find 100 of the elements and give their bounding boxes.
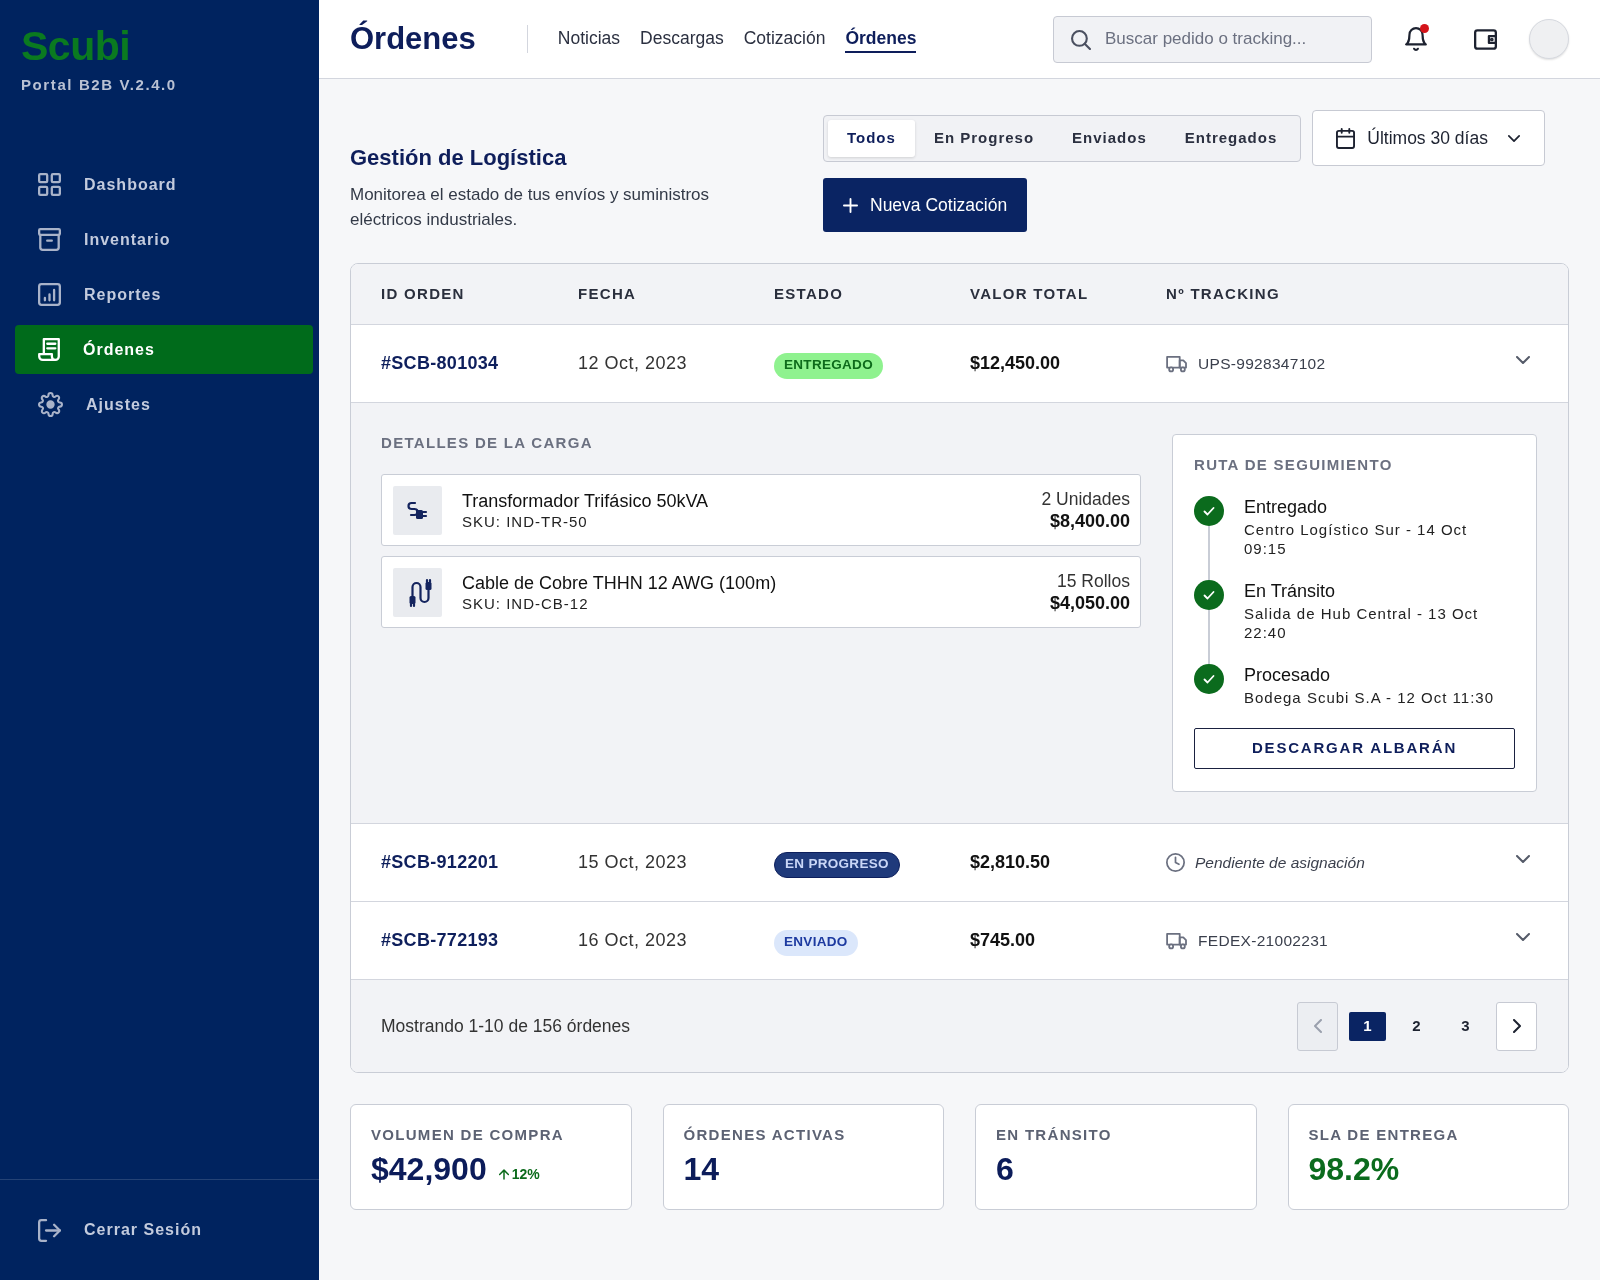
expand-button[interactable] [1516, 854, 1530, 863]
stat-value: $42,900 [371, 1150, 487, 1188]
sidebar-item[interactable]: Órdenes [15, 325, 313, 374]
sidebar-item[interactable]: Ajustes [15, 380, 313, 429]
stat-label: VOLUMEN DE COMPRA [371, 1126, 564, 1144]
nav-link[interactable]: Cotización [743, 25, 826, 53]
notifications-button[interactable] [1405, 27, 1427, 51]
status-badge: ENVIADO [774, 929, 858, 956]
filter-tab[interactable]: Entregados [1165, 119, 1297, 157]
order-date: 15 Oct, 2023 [578, 851, 688, 874]
stat-label: EN TRÁNSITO [996, 1126, 1112, 1144]
column-header: VALOR TOTAL [970, 283, 1089, 304]
chevron-left-icon [1313, 1019, 1322, 1033]
step-title: En Tránsito [1244, 580, 1336, 602]
column-header: FECHA [578, 283, 637, 304]
logout-button[interactable]: Cerrar Sesión [38, 1218, 202, 1242]
logout-icon [38, 1218, 61, 1242]
status-badge: ENTREGADO [774, 352, 883, 379]
item-sku: SKU: IND-CB-12 [462, 593, 589, 613]
truck-icon [1166, 931, 1188, 950]
step-detail: Salida de Hub Central - 13 Oct 22:40 [1244, 604, 1480, 642]
chevron-down-icon [1516, 932, 1530, 941]
sidebar-item[interactable]: Dashboard [15, 160, 313, 209]
filter-tab[interactable]: En Progreso [914, 119, 1054, 157]
chevron-right-icon [1512, 1019, 1521, 1033]
step-title: Procesado [1244, 664, 1331, 686]
date-range-dropdown[interactable]: Últimos 30 días [1312, 110, 1546, 166]
section-description: Monitorea el estado de tus envíos y suministros eléctricos industriales. [350, 184, 711, 231]
archive-box-icon [38, 228, 61, 251]
order-total: $745.00 [970, 929, 1036, 952]
stat-label: SLA DE ENTREGA [1308, 1126, 1459, 1144]
stat-value: 14 [683, 1150, 720, 1188]
stat-value: 98.2% [1308, 1150, 1400, 1188]
page-button[interactable]: 2 [1398, 1011, 1435, 1041]
section-label: RUTA DE SEGUIMIENTO [1194, 456, 1393, 474]
calendar-icon [1336, 127, 1356, 149]
column-header: ID ORDEN [381, 283, 465, 304]
sidebar-item[interactable]: Inventario [15, 215, 313, 264]
order-id-link[interactable]: #SCB-772193 [381, 927, 499, 954]
section-label: DETALLES DE LA CARGA [381, 434, 593, 452]
wallet-icon [1474, 28, 1497, 50]
status-badge: EN PROGRESO [774, 851, 900, 878]
search-icon [1071, 29, 1091, 50]
bar-chart-icon [38, 283, 61, 306]
wallet-button[interactable] [1474, 28, 1497, 50]
brand-logo: Scubi [21, 22, 131, 70]
sidebar-item[interactable]: Reportes [15, 270, 313, 319]
nav-link[interactable]: Órdenes [845, 25, 917, 53]
new-quote-button[interactable]: Nueva Cotización [823, 178, 1028, 232]
column-header: Nº TRACKING [1166, 283, 1280, 304]
item-price: $4,050.00 [1049, 592, 1130, 614]
order-id-link[interactable]: #SCB-912201 [381, 849, 499, 876]
truck-icon [1166, 354, 1188, 373]
grid-icon [38, 173, 61, 196]
arrow-up-icon [498, 1169, 509, 1180]
order-total: $2,810.50 [970, 851, 1051, 874]
search-field[interactable]: Buscar pedido o tracking... [1053, 15, 1372, 63]
expand-button[interactable] [1516, 932, 1530, 941]
plus-icon [843, 197, 858, 213]
clock-icon [1166, 853, 1185, 872]
step-detail: Bodega Scubi S.A - 12 Oct 11:30 [1244, 688, 1496, 707]
filter-tab[interactable]: Enviados [1053, 119, 1166, 157]
timeline-connector [1208, 610, 1210, 664]
item-name: Transformador Trifásico 50kVA [462, 489, 709, 512]
nav-link[interactable]: Descargas [640, 25, 724, 53]
step-detail: Centro Logístico Sur - 14 Oct 09:15 [1244, 520, 1469, 558]
tracking-number: UPS-9928347102 [1198, 353, 1326, 374]
filter-tab[interactable]: Todos [828, 119, 915, 157]
tracking-status: Pendiente de asignación [1195, 852, 1365, 873]
caret-icon [1508, 134, 1521, 142]
timeline-connector [1208, 526, 1210, 580]
order-total: $12,450.00 [970, 352, 1061, 375]
order-id-link[interactable]: #SCB-801034 [381, 350, 499, 377]
version-label: Portal B2B V.2.4.0 [21, 76, 177, 94]
order-date: 12 Oct, 2023 [578, 352, 688, 375]
item-quantity: 2 Unidades [1041, 488, 1130, 510]
stat-value: 6 [996, 1150, 1014, 1188]
bell-icon [1405, 27, 1427, 51]
item-name: Cable de Cobre THHN 12 AWG (100m) [462, 571, 777, 594]
document-icon [38, 338, 60, 361]
page-button[interactable]: 1 [1349, 1011, 1386, 1041]
page-title: Órdenes [350, 20, 476, 58]
expand-button[interactable] [1516, 355, 1530, 364]
plug-icon [393, 485, 442, 535]
tracking-number: FEDEX-21002231 [1198, 930, 1328, 951]
item-quantity: 15 Rollos [1057, 570, 1130, 592]
column-header: ESTADO [774, 283, 844, 304]
section-title: Gestión de Logística [350, 144, 567, 172]
nav-link[interactable]: Noticias [557, 25, 621, 53]
stat-label: ÓRDENES ACTIVAS [683, 1126, 846, 1144]
step-title: Entregado [1244, 496, 1328, 518]
item-price: $8,400.00 [1049, 510, 1130, 532]
chevron-down-icon [1516, 355, 1530, 364]
gear-icon [38, 392, 63, 417]
trend-value: 12% [511, 1165, 540, 1184]
results-summary: Mostrando 1-10 de 156 órdenes [381, 1014, 631, 1038]
item-sku: SKU: IND-TR-50 [462, 511, 588, 531]
page-button[interactable]: 3 [1447, 1011, 1484, 1041]
download-button[interactable]: DESCARGAR ALBARÁN [1194, 728, 1515, 769]
chevron-down-icon [1516, 854, 1530, 863]
